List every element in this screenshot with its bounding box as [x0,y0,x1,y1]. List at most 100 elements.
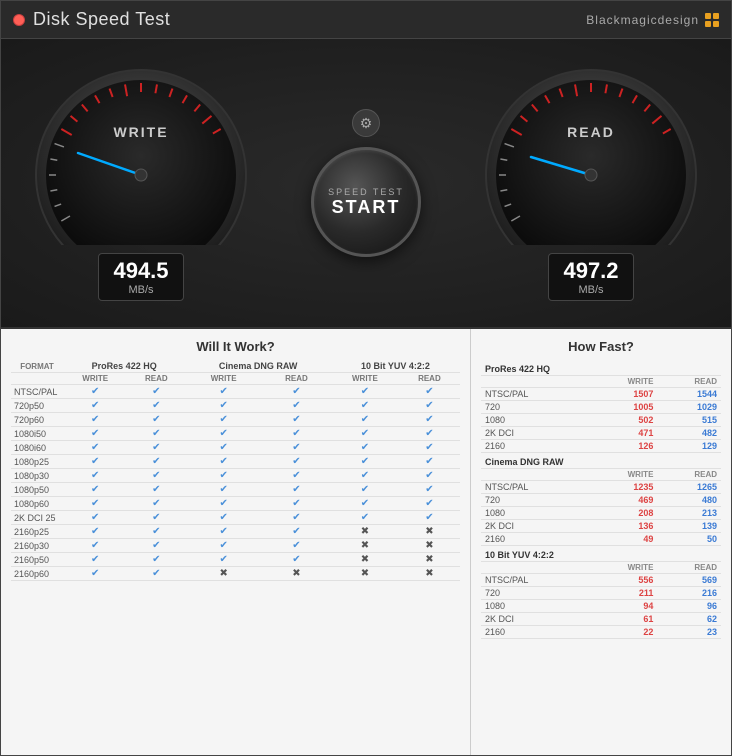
right-label-0-2: 1080 [481,414,587,427]
checkmark-icon: ✔ [91,386,99,397]
check-6-3: ✔ [262,469,331,483]
gauge-section: WRITE 494.5 MB/s ⚙ SPEED TEST START [1,39,731,329]
checkmark-icon: ✔ [425,400,433,411]
write-value: 494.5 [113,258,168,284]
checkmark-icon: ✔ [219,428,227,439]
check-11-4: ✖ [331,539,399,553]
write-val-2-4: 22 [587,626,657,639]
format-label-10: 2160p25 [11,525,63,539]
checkmark-icon: ✔ [91,428,99,439]
checkmark-icon: ✔ [219,442,227,453]
right-label-1-0: NTSC/PAL [481,481,587,494]
check-2-0: ✔ [63,413,127,427]
check-7-0: ✔ [63,483,127,497]
check-8-2: ✔ [185,497,262,511]
format-label-12: 2160p50 [11,553,63,567]
checkmark-icon: ✔ [152,428,160,439]
check-5-2: ✔ [185,455,262,469]
write-val-2-1: 211 [587,587,657,600]
checkmark-icon: ✔ [292,428,300,439]
checkmark-icon: ✔ [219,470,227,481]
checkmark-icon: ✔ [219,414,227,425]
format-label-4: 1080i60 [11,441,63,455]
read-value-box: 497.2 MB/s [548,253,633,301]
read-val-2-0: 569 [657,574,721,587]
checkmark-icon: ✔ [425,470,433,481]
brand-area: Blackmagicdesign [586,13,719,27]
checkmark-icon: ✔ [361,470,369,481]
close-button[interactable] [13,14,25,26]
check-12-5: ✖ [399,553,460,567]
write-val-0-4: 126 [587,440,657,453]
brand-dot-3 [705,21,711,27]
right-subheader-1-1: READ [657,469,721,481]
checkmark-icon: ✔ [152,414,160,425]
read-val-0-0: 1544 [657,388,721,401]
checkmark-icon: ✔ [91,498,99,509]
check-1-0: ✔ [63,399,127,413]
checkmark-icon: ✔ [91,540,99,551]
checkmark-icon: ✔ [152,484,160,495]
checkmark-icon: ✔ [219,512,227,523]
check-7-5: ✔ [399,483,460,497]
format-label-8: 1080p60 [11,497,63,511]
write-val-0-0: 1507 [587,388,657,401]
checkmark-icon: ✔ [91,442,99,453]
checkmark-icon: ✔ [219,498,227,509]
check-7-4: ✔ [331,483,399,497]
checkmark-icon: ✔ [292,386,300,397]
checkmark-icon: ✔ [219,526,227,537]
right-label-0-0: NTSC/PAL [481,388,587,401]
checkmark-icon: ✔ [292,456,300,467]
prores-header: ProRes 422 HQ [63,360,185,373]
write-val-2-3: 61 [587,613,657,626]
check-10-5: ✖ [399,525,460,539]
read-val-1-4: 50 [657,533,721,546]
brand-dot-1 [705,13,711,19]
checkmark-icon: ✔ [361,512,369,523]
check-12-0: ✔ [63,553,127,567]
cineraw-write-header: WRITE [185,373,262,385]
cross-icon: ✖ [219,568,227,579]
check-3-4: ✔ [331,427,399,441]
checkmark-icon: ✔ [361,386,369,397]
right-subheader-0-0: WRITE [587,376,657,388]
read-unit: MB/s [563,284,618,296]
checkmark-icon: ✔ [152,400,160,411]
check-3-5: ✔ [399,427,460,441]
title-bar-left: Disk Speed Test [13,9,170,30]
check-11-3: ✔ [262,539,331,553]
check-5-0: ✔ [63,455,127,469]
checkmark-icon: ✔ [425,442,433,453]
right-label-2-3: 2K DCI [481,613,587,626]
format-label-2: 720p60 [11,413,63,427]
check-10-1: ✔ [127,525,185,539]
check-9-3: ✔ [262,511,331,525]
right-label-1-2: 1080 [481,507,587,520]
settings-button[interactable]: ⚙ [352,109,380,137]
check-4-2: ✔ [185,441,262,455]
check-12-3: ✔ [262,553,331,567]
check-7-1: ✔ [127,483,185,497]
check-9-2: ✔ [185,511,262,525]
check-6-2: ✔ [185,469,262,483]
center-controls: ⚙ SPEED TEST START [311,109,421,257]
format-label-6: 1080p30 [11,469,63,483]
cross-icon: ✖ [361,568,369,579]
read-val-1-3: 139 [657,520,721,533]
title-bar: Disk Speed Test Blackmagicdesign [1,1,731,39]
check-11-2: ✔ [185,539,262,553]
start-button[interactable]: SPEED TEST START [311,147,421,257]
checkmark-icon: ✔ [361,428,369,439]
checkmark-icon: ✔ [91,568,99,579]
check-0-2: ✔ [185,385,262,399]
check-7-3: ✔ [262,483,331,497]
read-val-2-3: 62 [657,613,721,626]
checkmark-icon: ✔ [152,512,160,523]
read-val-0-3: 482 [657,427,721,440]
right-label-0-4: 2160 [481,440,587,453]
checkmark-icon: ✔ [425,456,433,467]
check-3-0: ✔ [63,427,127,441]
write-val-1-2: 208 [587,507,657,520]
format-col-header: FORMAT [11,360,63,373]
